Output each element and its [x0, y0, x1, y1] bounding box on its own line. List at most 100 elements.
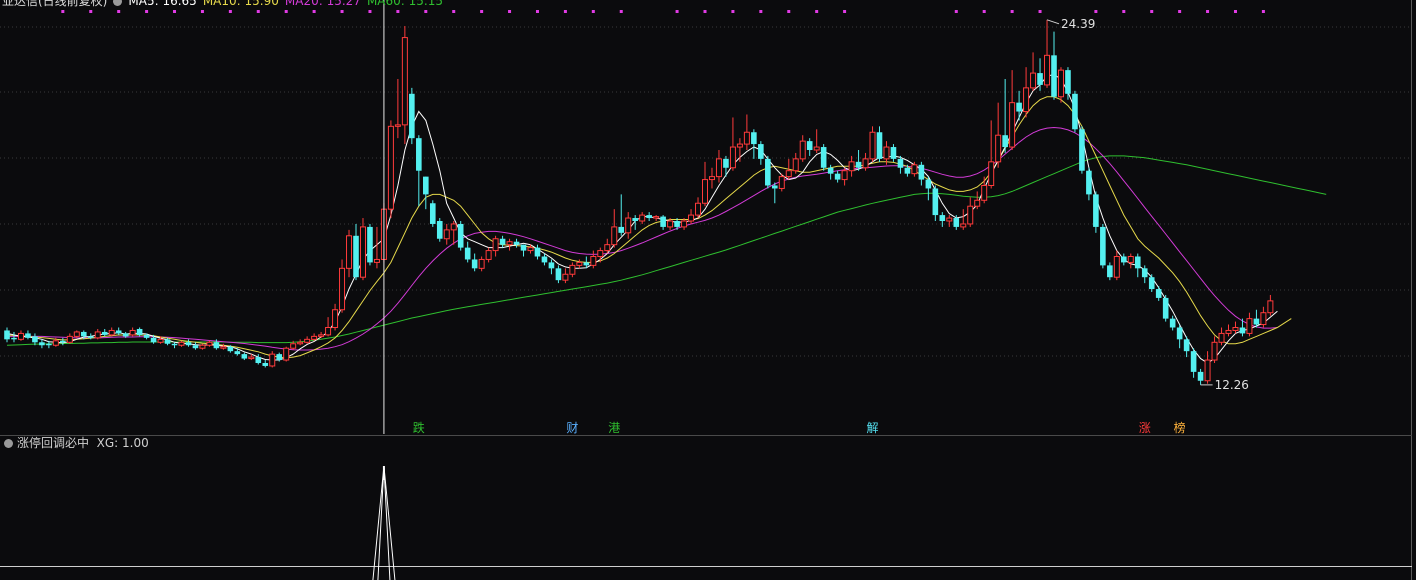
candle-body — [918, 164, 925, 180]
ma10-label: MA10: 15.90 — [203, 0, 279, 8]
candle-down[interactable] — [1100, 223, 1106, 269]
candle-up[interactable] — [283, 346, 290, 362]
candle-body — [569, 264, 576, 275]
candle-body — [702, 179, 708, 204]
candle-body — [1134, 256, 1141, 269]
candle-body — [981, 185, 988, 201]
ma20-label-text: MA20: — [284, 0, 323, 8]
event-dot — [563, 10, 567, 13]
candle-body — [1121, 256, 1127, 263]
candle-body — [946, 217, 953, 222]
stock-chart[interactable]: 跌 财 港 解 涨 榜 24.39 12.26 — [0, 0, 1416, 580]
candle-up[interactable] — [73, 330, 80, 338]
candle-body — [1232, 327, 1239, 331]
candle-body — [611, 226, 618, 246]
candle-body — [646, 215, 652, 219]
event-dot — [1010, 10, 1014, 13]
event-marker[interactable]: 榜 — [1174, 420, 1186, 435]
candle-body — [876, 132, 883, 159]
candle-body — [1107, 265, 1113, 278]
candle-body — [346, 235, 353, 269]
settings-dot-icon[interactable] — [113, 0, 123, 6]
candle-body — [590, 256, 597, 266]
candle-body — [248, 356, 255, 360]
candle-body — [276, 354, 283, 361]
candle-down[interactable] — [765, 155, 771, 189]
candle-body — [534, 247, 541, 257]
candle-body — [436, 221, 443, 239]
candle-body — [639, 214, 646, 222]
collapse-chevron-icon[interactable]: ⌃ — [1376, 0, 1386, 8]
candle-body — [1183, 339, 1190, 352]
candle-body — [241, 354, 248, 359]
event-dot — [1150, 10, 1154, 13]
candle-body — [290, 343, 297, 349]
candle-up[interactable] — [359, 218, 366, 281]
candle-body — [1127, 256, 1134, 263]
event-marker[interactable]: 涨 — [1139, 420, 1151, 435]
candle-body — [39, 342, 45, 346]
candle-body — [1023, 87, 1030, 113]
candle-up[interactable] — [778, 173, 785, 192]
candle-body — [332, 309, 339, 328]
candle-body — [1253, 318, 1260, 325]
candle-down[interactable] — [429, 200, 436, 227]
candle-body — [1044, 54, 1051, 86]
candle-body — [304, 338, 311, 343]
candle-body — [492, 238, 499, 252]
candle-body — [806, 141, 813, 150]
indicator-settings-icon[interactable] — [4, 439, 13, 448]
candle-body — [1037, 73, 1043, 85]
candle-body — [150, 337, 157, 343]
candle-down[interactable] — [820, 144, 827, 171]
candle-body — [848, 161, 855, 172]
candle-body — [269, 353, 276, 367]
indicator-name[interactable]: 涨停回调必中 — [17, 436, 89, 450]
candle-body — [1176, 327, 1183, 340]
event-dot — [228, 10, 232, 13]
candle-body — [988, 161, 995, 186]
candle-body — [967, 205, 974, 225]
candle-body — [1009, 102, 1016, 148]
candle-body — [765, 158, 771, 186]
candle-body — [729, 146, 736, 169]
candle-body — [255, 357, 262, 363]
low-label: 12.26 — [1215, 378, 1249, 392]
candle-body — [136, 328, 143, 335]
event-marker[interactable]: 跌 — [413, 420, 425, 435]
stock-name[interactable]: 亚达信(日线前复权) — [2, 0, 107, 8]
event-dot — [424, 10, 428, 13]
candle-body — [450, 223, 457, 231]
candle-body — [227, 346, 234, 352]
candle-down[interactable] — [1072, 90, 1078, 133]
candle-body — [1197, 371, 1204, 381]
candle-down[interactable] — [367, 223, 373, 266]
candle-body — [548, 262, 555, 269]
ma60-label-text: MA60: — [366, 0, 405, 8]
candle-body — [576, 261, 583, 266]
event-dot — [340, 10, 344, 13]
candle-down[interactable] — [1093, 191, 1099, 233]
event-marker[interactable]: 港 — [608, 421, 620, 435]
event-marker[interactable]: 解 — [867, 421, 879, 435]
candle-body — [1148, 277, 1155, 290]
candle-body — [1218, 332, 1225, 343]
candle-body — [409, 93, 415, 139]
candle-body — [890, 147, 897, 159]
candle-down[interactable] — [1162, 294, 1169, 322]
candle-body — [394, 124, 401, 127]
candle-body — [715, 158, 722, 178]
candle-body — [464, 247, 471, 260]
ma10-value: 15.90 — [244, 0, 279, 8]
candle-down[interactable] — [1079, 126, 1085, 174]
candle-body — [1057, 69, 1064, 98]
candle-down[interactable] — [436, 218, 443, 242]
candle-down[interactable] — [457, 221, 464, 251]
candle-body — [932, 188, 939, 216]
candle-body — [485, 250, 492, 260]
candle-down[interactable] — [409, 87, 415, 145]
candle-body — [778, 176, 785, 189]
event-dot — [954, 10, 958, 13]
candle-up[interactable] — [387, 120, 394, 219]
event-marker[interactable]: 财 — [566, 421, 578, 435]
